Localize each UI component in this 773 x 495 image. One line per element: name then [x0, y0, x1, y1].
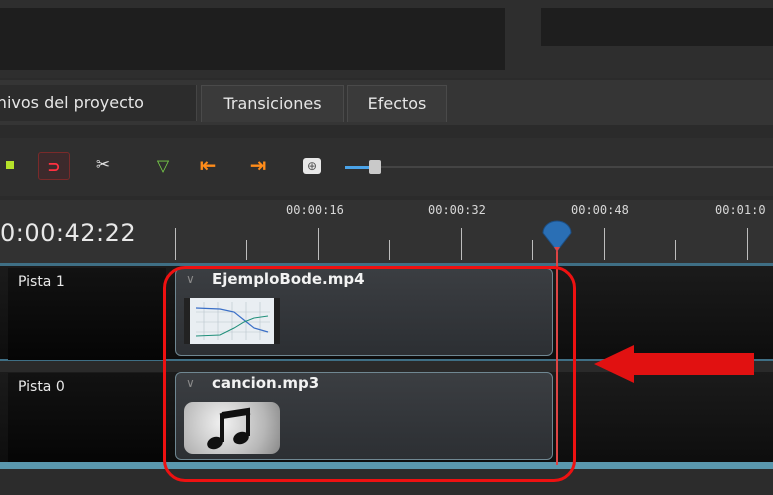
preview-panel	[0, 8, 505, 70]
ruler-tick	[461, 228, 462, 260]
preview-panel-right	[541, 8, 773, 46]
ruler-tick	[318, 228, 319, 260]
annotation-highlight-box	[163, 266, 576, 482]
playhead-handle-icon[interactable]	[540, 219, 574, 253]
ruler-label: 00:00:32	[428, 203, 486, 217]
ruler-label: 00:00:48	[571, 203, 629, 217]
annotation-arrow-icon	[594, 345, 754, 383]
snap-magnet-icon[interactable]: ⊃	[38, 152, 70, 180]
ruler-tick	[747, 228, 748, 260]
track-name-pista-1[interactable]: Pista 1	[8, 268, 166, 360]
tab-project-files[interactable]: chivos del proyecto	[0, 85, 197, 121]
add-track-icon[interactable]	[0, 152, 20, 178]
zoom-in-icon[interactable]: ⊕	[303, 158, 321, 174]
ruler-tick	[175, 228, 176, 260]
tab-transitions[interactable]: Transiciones	[201, 85, 344, 122]
razor-icon[interactable]: ✂	[90, 152, 116, 178]
ruler-label: 00:00:16	[286, 203, 344, 217]
zoom-slider-track[interactable]	[381, 166, 773, 168]
next-marker-icon[interactable]: ⇥	[240, 152, 276, 178]
ruler-tick	[246, 240, 247, 260]
ruler-tick	[389, 240, 390, 260]
tab-effects[interactable]: Efectos	[347, 85, 447, 122]
track-name-pista-0[interactable]: Pista 0	[8, 373, 166, 465]
previous-marker-icon[interactable]: ⇤	[190, 152, 226, 178]
add-marker-icon[interactable]: ▽	[150, 152, 176, 178]
ruler-label: 00:01:0	[715, 203, 766, 217]
zoom-slider-handle[interactable]	[369, 160, 381, 174]
ruler-tick	[675, 240, 676, 260]
current-timecode: 0:00:42:22	[0, 219, 137, 247]
ruler-tick	[532, 240, 533, 260]
ruler-tick	[604, 228, 605, 260]
